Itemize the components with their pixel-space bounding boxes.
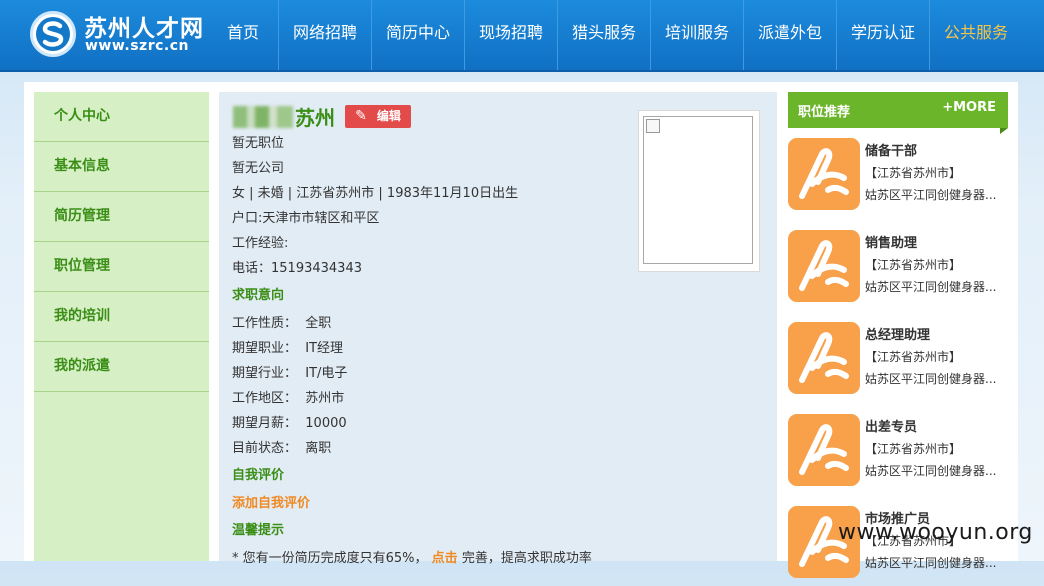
sidebar-item-resume-manage[interactable]: 简历管理 [34, 192, 209, 242]
self-eval-section-title: 自我评价 [232, 468, 285, 483]
intent-value: 10000 [305, 416, 347, 431]
company-logo-icon[interactable] [788, 230, 860, 302]
profile-photo[interactable] [638, 110, 760, 272]
job-company[interactable]: 姑苏区平江同创健身器... [865, 554, 996, 571]
intent-label: 工作地区： [232, 391, 298, 406]
job-company[interactable]: 姑苏区平江同创健身器... [865, 462, 996, 479]
phone-number: 电话：15193434343 [232, 261, 362, 276]
site-logo-icon[interactable] [30, 11, 76, 57]
watermark-text: www.wooyun.org [838, 520, 1033, 545]
job-location: 【江苏省苏州市】 [865, 442, 962, 456]
job-item[interactable]: 出差专员 【江苏省苏州市】 姑苏区平江同创健身器... [788, 414, 1008, 494]
tips-section-title: 温馨提示 [232, 523, 285, 538]
intent-label: 期望月薪： [232, 416, 298, 431]
job-company[interactable]: 姑苏区平江同创健身器... [865, 370, 996, 387]
edit-button[interactable]: ✎ 编辑 [345, 105, 411, 128]
job-title[interactable]: 总经理助理 [865, 324, 930, 343]
nav-public-service[interactable]: 公共服务 [930, 0, 1022, 70]
tip-prefix: * 您有一份简历完成度只有65%， [232, 551, 428, 566]
intent-row: 工作性质： 全职 [232, 312, 331, 331]
intent-row: 期望行业： IT/电子 [232, 362, 347, 381]
intent-row: 目前状态： 离职 [232, 437, 331, 456]
job-location: 【江苏省苏州市】 [865, 258, 962, 272]
sidebar-item-my-dispatch[interactable]: 我的派遣 [34, 342, 209, 392]
job-company[interactable]: 姑苏区平江同创健身器... [865, 278, 996, 295]
job-title[interactable]: 储备干部 [865, 140, 917, 159]
tip-click-link[interactable]: 点击 [432, 551, 458, 566]
nav-degree-cert[interactable]: 学历认证 [837, 0, 929, 70]
profile-name: 苏州 [295, 106, 335, 130]
job-item[interactable]: 销售助理 【江苏省苏州市】 姑苏区平江同创健身器... [788, 230, 1008, 310]
site-header: 苏州人才网 www.szrc.cn 首页 网络招聘 简历中心 现场招聘 猎头服务… [0, 0, 1044, 72]
intent-value: 苏州市 [305, 391, 345, 406]
basic-info: 女 | 未婚 | 江苏省苏州市 | 1983年11月10日出生 [232, 186, 519, 201]
site-logo-url: www.szrc.cn [85, 38, 189, 54]
intent-row: 工作地区： 苏州市 [232, 387, 344, 406]
intent-row: 期望职业： IT经理 [232, 337, 343, 356]
sidebar: 个人中心 基本信息 简历管理 职位管理 我的培训 我的派遣 [34, 92, 209, 561]
nav-resume-center[interactable]: 简历中心 [372, 0, 464, 70]
header-fold [1000, 128, 1008, 134]
intent-row: 期望月薪： 10000 [232, 412, 347, 431]
nav-online-recruit[interactable]: 网络招聘 [279, 0, 371, 70]
job-item[interactable]: 总经理助理 【江苏省苏州市】 姑苏区平江同创健身器... [788, 322, 1008, 402]
more-link[interactable]: +MORE [942, 100, 996, 115]
job-company[interactable]: 姑苏区平江同创健身器... [865, 186, 996, 203]
intent-label: 期望职业： [232, 341, 298, 356]
recommend-header: 职位推荐 +MORE [788, 92, 1008, 128]
edit-button-label: 编辑 [376, 109, 401, 123]
redacted-name [233, 105, 293, 128]
intent-label: 工作性质： [232, 316, 298, 331]
main-nav: 首页 网络招聘 简历中心 现场招聘 猎头服务 培训服务 派遣外包 学历认证 公共… [208, 0, 1022, 70]
intent-value: 全职 [305, 316, 332, 331]
current-company: 暂无公司 [232, 161, 285, 176]
sidebar-item-basic-info[interactable]: 基本信息 [34, 142, 209, 192]
profile-panel: 苏州 ✎ 编辑 暂无职位 暂无公司 女 | 未婚 | 江苏省苏州市 | 1983年… [219, 92, 777, 566]
intent-label: 期望行业： [232, 366, 298, 381]
intent-value: IT经理 [305, 341, 344, 356]
nav-onsite-recruit[interactable]: 现场招聘 [465, 0, 557, 70]
current-position: 暂无职位 [232, 136, 285, 151]
company-logo-icon[interactable] [788, 322, 860, 394]
sidebar-item-personal-center[interactable]: 个人中心 [34, 92, 209, 142]
job-recommendations: 职位推荐 +MORE 储备干部 【江苏省苏州市】 姑苏区平江同创健身器... 销… [788, 92, 1008, 578]
company-logo-icon[interactable] [788, 138, 860, 210]
job-title[interactable]: 销售助理 [865, 232, 917, 251]
broken-image-icon [646, 119, 660, 133]
tip-suffix: 完善，提高求职成功率 [457, 551, 592, 566]
sidebar-item-my-training[interactable]: 我的培训 [34, 292, 209, 342]
sidebar-item-job-manage[interactable]: 职位管理 [34, 242, 209, 292]
nav-training[interactable]: 培训服务 [651, 0, 743, 70]
hukou-info: 户口:天津市市辖区和平区 [232, 211, 380, 226]
completion-tip: * 您有一份简历完成度只有65%， 点击 完善，提高求职成功率 [232, 547, 592, 566]
photo-frame [643, 116, 753, 264]
add-self-eval-link[interactable]: 添加自我评价 [232, 492, 310, 511]
intent-value: 离职 [305, 441, 332, 456]
job-item[interactable]: 市场推广员 【江苏省苏州市】 姑苏区平江同创健身器... [788, 506, 1008, 586]
job-location: 【江苏省苏州市】 [865, 166, 962, 180]
job-title[interactable]: 出差专员 [865, 416, 917, 435]
nav-dispatch[interactable]: 派遣外包 [744, 0, 836, 70]
company-logo-icon[interactable] [788, 414, 860, 486]
name-row: 苏州 ✎ 编辑 [233, 102, 411, 130]
intent-value: IT/电子 [305, 366, 348, 381]
intent-section-title: 求职意向 [232, 288, 285, 303]
nav-home[interactable]: 首页 [208, 0, 278, 70]
intent-label: 目前状态： [232, 441, 298, 456]
job-item[interactable]: 储备干部 【江苏省苏州市】 姑苏区平江同创健身器... [788, 138, 1008, 218]
nav-headhunter[interactable]: 猎头服务 [558, 0, 650, 70]
recommend-title: 职位推荐 [798, 105, 851, 120]
pencil-icon: ✎ [355, 108, 367, 124]
job-location: 【江苏省苏州市】 [865, 350, 962, 364]
work-experience: 工作经验: [232, 236, 289, 251]
